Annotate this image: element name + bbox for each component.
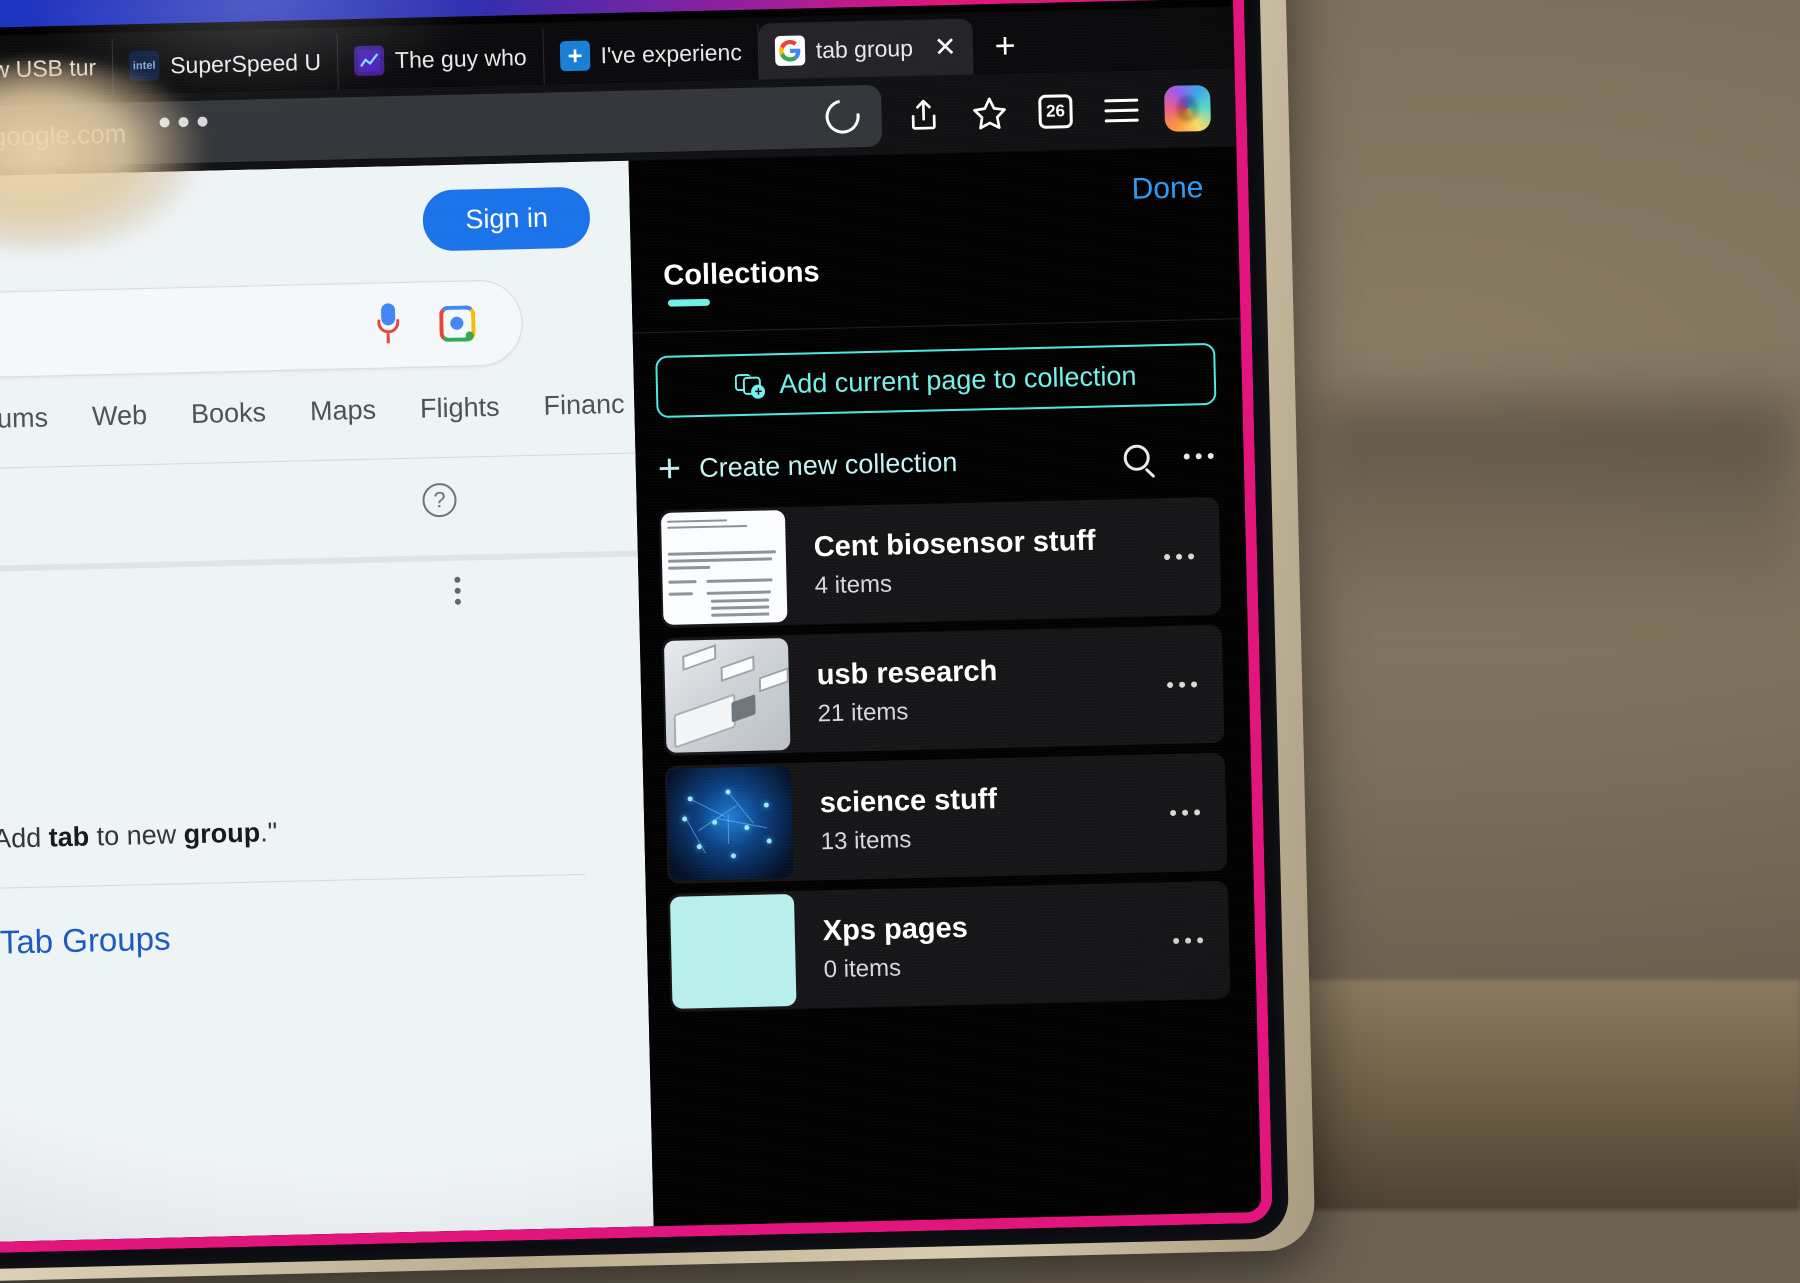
nav-item-flights[interactable]: Flights bbox=[420, 392, 500, 425]
neural-network-thumbnail bbox=[667, 766, 794, 881]
list-item-text: Xps pages 0 items bbox=[794, 907, 1174, 985]
sign-in-button[interactable]: Sign in bbox=[423, 186, 591, 251]
create-new-collection-row[interactable]: + Create new collection bbox=[657, 425, 1218, 500]
panel-title: Collections bbox=[663, 256, 820, 293]
blue-favicon bbox=[559, 41, 590, 72]
collections-list: Cent biosensor stuff 4 items bbox=[659, 497, 1236, 1226]
collection-count: 13 items bbox=[820, 820, 1171, 856]
usb-drive-thumbnail bbox=[664, 638, 791, 753]
google-header: Sign in bbox=[0, 161, 631, 288]
tablet-device: 47% CNN How USB tur intel SuperSpeed U bbox=[0, 0, 1315, 1283]
add-to-collection-icon: + bbox=[735, 370, 766, 399]
google-favicon bbox=[774, 35, 805, 66]
browser-content: gle Sign in ews bbox=[0, 146, 1262, 1243]
section-band bbox=[0, 551, 638, 574]
list-item[interactable]: science stuff 13 items bbox=[665, 753, 1228, 884]
tab-ive-experienced[interactable]: I've experienc bbox=[543, 24, 759, 85]
snippet-bold-tab: tab bbox=[48, 822, 89, 853]
collection-name: science stuff bbox=[819, 779, 1170, 820]
new-tab-button[interactable]: + bbox=[972, 17, 1038, 75]
wall-shadow bbox=[1320, 400, 1800, 620]
more-horizontal-icon[interactable] bbox=[1164, 553, 1194, 560]
list-item-text: usb research 21 items bbox=[788, 651, 1168, 729]
search-icon[interactable] bbox=[1123, 444, 1150, 471]
reload-icon[interactable] bbox=[825, 88, 860, 145]
copilot-icon[interactable] bbox=[1159, 80, 1216, 137]
address-bar[interactable]: google.com bbox=[0, 85, 882, 170]
tab-label: How USB tur bbox=[0, 54, 96, 84]
collections-panel: Done Collections + Add current page to c… bbox=[629, 146, 1262, 1226]
add-current-page-button[interactable]: + Add current page to collection bbox=[655, 343, 1216, 418]
active-tab-underline bbox=[668, 299, 710, 307]
collection-name: usb research bbox=[816, 651, 1167, 692]
google-search-page: gle Sign in ews bbox=[0, 161, 654, 1244]
tab-label: The guy who bbox=[395, 43, 527, 73]
result-divider bbox=[0, 874, 585, 891]
google-search-input[interactable] bbox=[0, 279, 523, 383]
more-horizontal-icon[interactable] bbox=[1167, 681, 1197, 688]
share-icon[interactable] bbox=[895, 86, 952, 143]
screen-content: 47% CNN How USB tur intel SuperSpeed U bbox=[0, 0, 1262, 1243]
nav-item-web[interactable]: Web bbox=[92, 400, 148, 432]
tab-label: tab group bbox=[815, 34, 913, 63]
microphone-icon[interactable] bbox=[377, 303, 400, 348]
tab-superspeed[interactable]: intel SuperSpeed U bbox=[113, 33, 339, 94]
snippet-prefix: g and selecting "Add bbox=[0, 822, 49, 858]
close-icon[interactable]: ✕ bbox=[934, 31, 957, 63]
document-thumbnail bbox=[661, 510, 788, 625]
star-icon[interactable] bbox=[961, 84, 1018, 141]
collection-count: 0 items bbox=[823, 948, 1174, 984]
desk-surface bbox=[1280, 980, 1800, 1210]
collection-count: 21 items bbox=[817, 692, 1168, 728]
more-horizontal-icon[interactable] bbox=[1184, 453, 1214, 460]
tab-count-label: 26 bbox=[1038, 94, 1073, 129]
search-result-title-2[interactable]: rosoft Edge | Tab Groups bbox=[0, 920, 171, 967]
collection-count: 4 items bbox=[814, 564, 1165, 600]
nav-item-finance[interactable]: Financ bbox=[543, 389, 625, 422]
google-lens-icon[interactable] bbox=[439, 305, 476, 342]
tab-label: SuperSpeed U bbox=[170, 48, 321, 79]
url-text: google.com bbox=[0, 118, 127, 152]
tab-label: I've experienc bbox=[600, 38, 742, 68]
snippet-bold-group: group bbox=[183, 817, 260, 849]
tab-tab-group-active[interactable]: tab group ✕ bbox=[758, 18, 973, 79]
search-result-snippet: g and selecting "Add tab to new group." bbox=[0, 817, 278, 859]
snippet-mid: to new bbox=[89, 819, 184, 851]
three-dots-icon bbox=[159, 117, 207, 128]
intel-favicon: intel bbox=[129, 51, 160, 82]
tab-count-button[interactable]: 26 bbox=[1027, 83, 1084, 140]
tab-the-guy-who[interactable]: The guy who bbox=[337, 29, 544, 90]
list-item-text: Cent biosensor stuff 4 items bbox=[785, 523, 1165, 601]
list-item[interactable]: Cent biosensor stuff 4 items bbox=[659, 497, 1222, 628]
yahoo-favicon bbox=[354, 45, 385, 76]
blank-cyan-thumbnail bbox=[670, 894, 797, 1009]
tablet-screen: 47% CNN How USB tur intel SuperSpeed U bbox=[0, 0, 1273, 1255]
done-button[interactable]: Done bbox=[1131, 171, 1203, 207]
list-item[interactable]: usb research 21 items bbox=[662, 625, 1225, 756]
nav-item-forums[interactable]: Forums bbox=[0, 402, 48, 435]
nav-divider bbox=[0, 453, 635, 471]
collection-name: Cent biosensor stuff bbox=[813, 523, 1164, 564]
more-horizontal-icon[interactable] bbox=[1173, 937, 1203, 944]
create-collection-label: Create new collection bbox=[699, 443, 1124, 484]
hamburger-menu-icon[interactable] bbox=[1093, 81, 1150, 138]
list-item-text: science stuff 13 items bbox=[791, 779, 1171, 857]
plus-icon: + bbox=[657, 448, 681, 489]
panel-divider bbox=[633, 318, 1241, 333]
more-horizontal-icon[interactable] bbox=[1170, 809, 1200, 816]
tab-how-usb[interactable]: CNN How USB tur bbox=[0, 39, 114, 100]
help-circle-icon[interactable]: ? bbox=[422, 483, 457, 518]
google-nav-tabs[interactable]: ews Forums Web Books Maps Flights Financ bbox=[0, 388, 645, 437]
nav-item-books[interactable]: Books bbox=[191, 397, 267, 430]
more-vertical-icon[interactable] bbox=[454, 577, 461, 605]
list-item[interactable]: Xps pages 0 items bbox=[668, 881, 1231, 1012]
collection-name: Xps pages bbox=[822, 907, 1173, 948]
nav-item-maps[interactable]: Maps bbox=[310, 395, 377, 428]
snippet-suffix: ." bbox=[260, 817, 278, 847]
add-page-label: Add current page to collection bbox=[779, 360, 1137, 399]
